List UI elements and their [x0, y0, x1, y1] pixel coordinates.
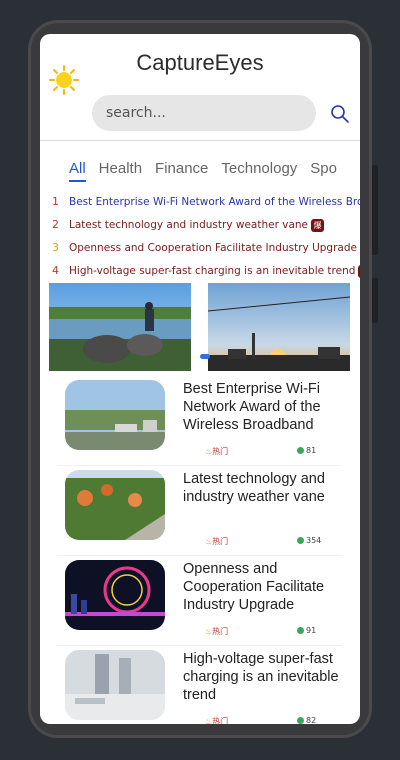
- card-title: High-voltage super-fast charging is an i…: [183, 651, 339, 703]
- hot-list-item[interactable]: 3 Openness and Cooperation Facilitate Ind…: [52, 239, 360, 262]
- eye-icon: [297, 537, 304, 544]
- banner-image-sunset[interactable]: [208, 283, 350, 371]
- hot-badge: 爆: [311, 218, 324, 232]
- hot-rank: 4: [52, 264, 59, 277]
- banner-pagination-dot[interactable]: [200, 354, 210, 359]
- card-image: [65, 560, 165, 630]
- hot-title: Best Enterprise Wi-Fi Network Award of t…: [69, 196, 360, 208]
- card-image: [65, 470, 165, 540]
- category-tabs: All Health Finance Technology Spo: [69, 158, 360, 182]
- app-title: CaptureEyes: [136, 50, 264, 75]
- card-hot-tag: ♨热门: [205, 717, 229, 724]
- eye-icon: [297, 627, 304, 634]
- news-card[interactable]: Latest technology and industry weather v…: [57, 470, 342, 556]
- search-input[interactable]: search...: [92, 95, 316, 131]
- app-screen: CaptureEyes search... All Health Finance Te…: [40, 34, 360, 724]
- hot-title: Openness and Cooperation Facilitate Indu…: [69, 242, 357, 254]
- hot-list-item[interactable]: 4 High-voltage super-fast charging is an …: [52, 262, 360, 285]
- news-card[interactable]: Openness and Cooperation Facilitate Indu…: [57, 560, 342, 646]
- tab-health[interactable]: Health: [99, 160, 142, 180]
- hot-rank: 3: [52, 241, 59, 254]
- side-button-lower: [372, 278, 378, 323]
- hot-title: High-voltage super-fast charging is an i…: [69, 265, 356, 277]
- hot-rank: 1: [52, 195, 59, 208]
- tab-technology[interactable]: Technology: [221, 160, 297, 180]
- side-button-upper: [372, 165, 378, 255]
- card-hot-tag: ♨热门: [205, 627, 229, 636]
- banner-image-lake[interactable]: [49, 283, 191, 371]
- tab-sports[interactable]: Spo: [310, 160, 337, 180]
- card-hot-tag: ♨热门: [205, 537, 229, 546]
- tab-all[interactable]: All: [69, 160, 86, 182]
- header-divider: [40, 140, 360, 141]
- card-title: Best Enterprise Wi-Fi Network Award of t…: [183, 381, 321, 433]
- card-hot-tag: ♨热门: [205, 447, 229, 456]
- eye-icon: [297, 717, 304, 724]
- tab-finance[interactable]: Finance: [155, 160, 208, 180]
- news-card[interactable]: High-voltage super-fast charging is an i…: [57, 650, 342, 724]
- card-view-count: 354: [297, 536, 321, 545]
- news-card[interactable]: Best Enterprise Wi-Fi Network Award of t…: [57, 380, 342, 466]
- card-view-count: 91: [297, 626, 316, 635]
- eye-icon: [297, 447, 304, 454]
- card-image: [65, 650, 165, 720]
- hot-rank: 2: [52, 218, 59, 231]
- card-view-count: 81: [297, 446, 316, 455]
- card-image: [65, 380, 165, 450]
- search-icon[interactable]: [330, 104, 350, 124]
- hot-badge: 爆: [358, 264, 360, 278]
- hot-list: 1 Best Enterprise Wi-Fi Network Award of …: [52, 193, 360, 285]
- hot-list-item[interactable]: 1 Best Enterprise Wi-Fi Network Award of …: [52, 193, 360, 216]
- hot-list-item[interactable]: 2 Latest technology and industry weather …: [52, 216, 360, 239]
- hot-title: Latest technology and industry weather v…: [69, 219, 308, 231]
- card-title: Latest technology and industry weather v…: [183, 471, 325, 505]
- card-view-count: 82: [297, 716, 316, 724]
- card-title: Openness and Cooperation Facilitate Indu…: [183, 561, 325, 613]
